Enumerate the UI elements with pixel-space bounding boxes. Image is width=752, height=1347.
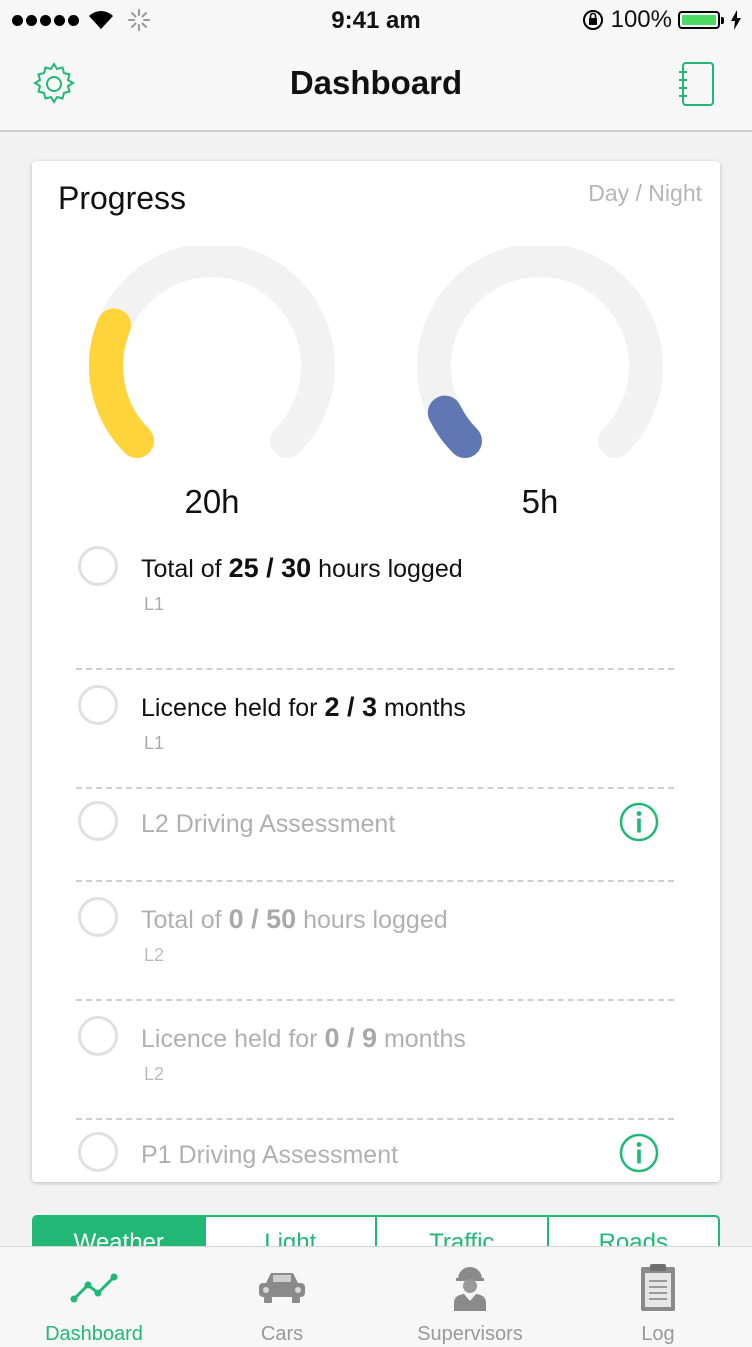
requirement-checkbox[interactable] <box>78 546 118 586</box>
requirement-label-suffix: months <box>377 694 466 722</box>
requirement-item: L2 Driving Assessment <box>76 789 674 882</box>
requirement-item: Licence held for 0 / 9 months L2 <box>76 1001 674 1120</box>
requirement-item: Total of 25 / 30 hours logged L1 <box>76 546 674 670</box>
requirement-progress-value: 2 / 3 <box>324 692 377 722</box>
requirement-label-suffix: hours logged <box>296 906 448 934</box>
info-icon[interactable] <box>618 801 660 843</box>
requirement-label-text: Licence held for <box>141 694 325 722</box>
requirements-list: Total of 25 / 30 hours logged L1 Licence h… <box>76 546 674 1200</box>
navigation-bar: Dashboard <box>0 40 752 132</box>
night-gauge-fill <box>427 395 482 458</box>
requirement-checkbox[interactable] <box>78 1016 118 1056</box>
requirement-label: Licence held for 2 / 3 months <box>141 692 466 723</box>
requirement-item: Total of 0 / 50 hours logged L2 <box>76 882 674 1001</box>
day-gauge-fill <box>88 308 154 458</box>
page-title: Dashboard <box>289 64 463 101</box>
requirement-label: P1 Driving Assessment <box>141 1139 398 1170</box>
requirement-label-text: L2 Driving Assessment <box>141 810 396 838</box>
requirement-label-suffix: months <box>377 1025 466 1053</box>
requirement-progress-value: 0 / 9 <box>324 1023 377 1053</box>
day-night-toggle[interactable]: Day / Night <box>588 180 702 207</box>
tab-label-cars: Cars <box>260 1323 304 1345</box>
requirement-licence-stage: L2 <box>144 945 165 965</box>
tab-supervisors[interactable]: Supervisors <box>376 1247 564 1347</box>
requirement-licence-stage: L1 <box>144 594 165 614</box>
requirement-checkbox[interactable] <box>78 1132 118 1172</box>
chart-line-icon <box>70 1273 118 1303</box>
progress-card: Progress Day / Night 20h 5h Total of 25 … <box>32 161 720 1182</box>
requirement-label: L2 Driving Assessment <box>141 808 395 839</box>
requirement-progress-value: 0 / 50 <box>228 904 297 934</box>
requirement-label-text: P1 Driving Assessment <box>141 1141 399 1169</box>
tab-cars[interactable]: Cars <box>188 1247 376 1347</box>
tab-dashboard[interactable]: Dashboard <box>0 1247 188 1347</box>
charging-icon <box>731 10 741 30</box>
requirement-licence-stage: L2 <box>144 1064 165 1084</box>
requirement-item: Licence held for 2 / 3 months L1 <box>76 670 674 789</box>
info-icon[interactable] <box>618 1132 660 1174</box>
requirement-item: P1 Driving Assessment <box>76 1120 674 1200</box>
status-right: 100% <box>581 6 742 34</box>
requirement-checkbox[interactable] <box>78 685 118 725</box>
requirement-licence-stage: L1 <box>144 733 165 753</box>
requirement-progress-value: 25 / 30 <box>228 553 312 583</box>
supervisor-icon <box>454 1267 486 1311</box>
car-icon <box>259 1273 305 1303</box>
day-gauge-track <box>89 246 335 458</box>
tab-label-log: Log <box>641 1323 675 1345</box>
tab-bar: Dashboard Cars Supervisors Log <box>0 1246 752 1347</box>
orientation-lock-icon <box>582 10 603 30</box>
tab-label-supervisors: Supervisors <box>417 1323 523 1345</box>
requirement-checkbox[interactable] <box>78 897 118 937</box>
clipboard-icon <box>641 1264 675 1311</box>
night-hours-gauge <box>417 246 663 458</box>
requirement-checkbox[interactable] <box>78 801 118 841</box>
requirement-label: Total of 25 / 30 hours logged <box>141 553 463 584</box>
status-bar: 9:41 am 100% <box>0 0 752 40</box>
requirement-label: Total of 0 / 50 hours logged <box>141 904 448 935</box>
progress-title: Progress <box>58 180 187 216</box>
tab-label-dashboard: Dashboard <box>45 1323 143 1345</box>
night-hours-value: 5h <box>521 483 559 520</box>
requirement-label-text: Total of <box>141 906 229 934</box>
notebook-icon[interactable] <box>676 60 716 108</box>
battery-icon <box>678 11 724 29</box>
day-hours-gauge <box>88 246 335 458</box>
day-hours-value: 20h <box>184 483 240 520</box>
tab-log[interactable]: Log <box>564 1247 752 1347</box>
battery-percent: 100% <box>610 6 672 33</box>
night-gauge-track <box>417 246 663 458</box>
requirement-label-text: Licence held for <box>141 1025 325 1053</box>
requirement-label-text: Total of <box>141 555 229 583</box>
requirement-label-suffix: hours logged <box>311 555 463 583</box>
requirement-label: Licence held for 0 / 9 months <box>141 1023 466 1054</box>
